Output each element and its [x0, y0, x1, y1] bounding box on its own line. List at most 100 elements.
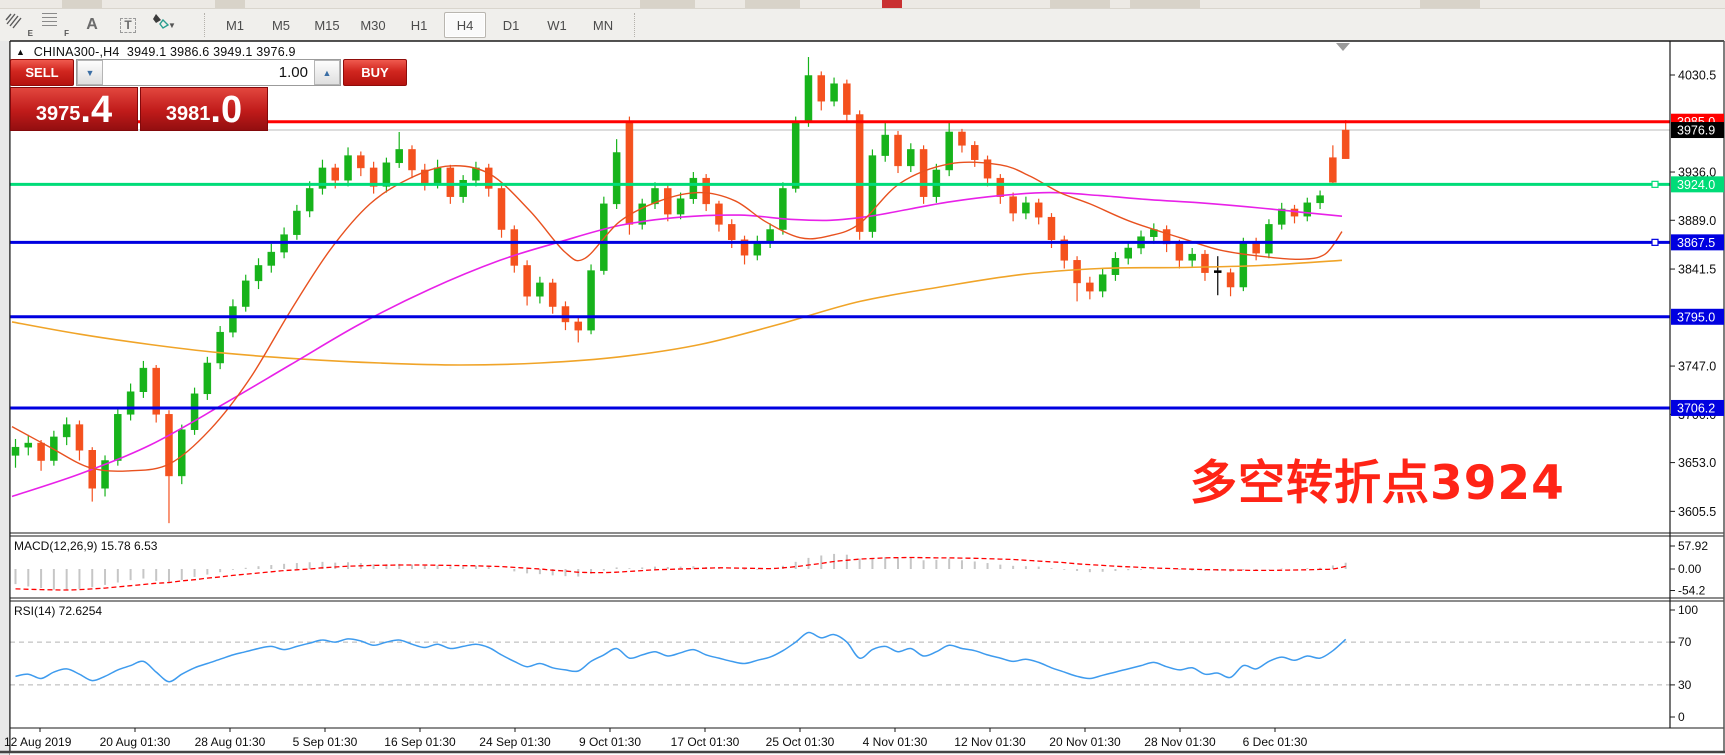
candle-body: [217, 332, 224, 363]
candle-body: [396, 149, 403, 162]
candle-body: [895, 135, 902, 166]
price-tick-label: 3653.0: [1678, 456, 1716, 470]
candle-body: [114, 414, 121, 460]
candle-body: [63, 425, 70, 437]
candle-body: [178, 430, 185, 476]
buy-button[interactable]: BUY: [343, 59, 407, 86]
candle-body: [1022, 203, 1029, 213]
candle-body: [1278, 209, 1285, 224]
candle-body: [38, 443, 45, 460]
candle-body: [1304, 203, 1311, 216]
candle-body: [1125, 248, 1132, 258]
candle-body: [856, 115, 863, 232]
date-label: 6 Dec 01:30: [1243, 735, 1308, 749]
candle-body: [255, 265, 262, 280]
candle-body: [345, 156, 352, 181]
candle-body: [562, 307, 569, 322]
price-tick-label: 3605.5: [1678, 505, 1716, 519]
candle-body: [549, 283, 556, 307]
candle-body: [1240, 242, 1247, 287]
ask-price-small: 3981: [166, 104, 211, 124]
candle-body: [792, 122, 799, 189]
date-label: 28 Aug 01:30: [195, 735, 266, 749]
hline-badge-3795.0: 3795.0: [1677, 310, 1715, 324]
candle-body: [728, 224, 735, 239]
candle-body: [626, 122, 633, 225]
rsi-label: RSI(14) 72.6254: [14, 604, 102, 618]
candle-body: [703, 178, 710, 204]
hline-badge-3867.5: 3867.5: [1677, 236, 1715, 250]
candle-body: [332, 168, 339, 180]
hline-handle-3867.5[interactable]: [1652, 239, 1658, 245]
candle-body: [907, 149, 914, 165]
candle-body: [1291, 209, 1298, 216]
candle-body: [664, 188, 671, 214]
date-label: 5 Sep 01:30: [293, 735, 358, 749]
candle-body: [511, 230, 518, 266]
candle-body: [306, 188, 313, 211]
candle-body: [434, 168, 441, 183]
candle-body: [779, 188, 786, 229]
candle-body: [268, 252, 275, 265]
candle-body: [613, 153, 620, 204]
candle-body: [76, 425, 83, 451]
chart-annotation[interactable]: 多空转折点3924: [1190, 444, 1565, 513]
candle-body: [191, 394, 198, 430]
bid-price-panel[interactable]: 3975 .4: [10, 87, 138, 131]
candle-body: [408, 149, 415, 170]
sell-button[interactable]: SELL: [10, 59, 74, 86]
candle-body: [204, 363, 211, 394]
macd-scale-label: 0.00: [1678, 562, 1702, 576]
candle-body: [1189, 254, 1196, 260]
current-price-badge: 3976.9: [1677, 124, 1715, 138]
quote-panels-row: 3975 .4 3981 .0: [10, 87, 268, 131]
candle-body: [1099, 275, 1106, 291]
candle-body: [1074, 260, 1081, 283]
hline-handle-3924.0[interactable]: [1652, 181, 1658, 187]
candle-body: [460, 180, 467, 196]
candle-body: [140, 368, 147, 392]
symbol-ohlc: 3949.1 3986.6 3949.1 3976.9: [127, 45, 296, 59]
price-tick-label: 3747.0: [1678, 360, 1716, 374]
volume-increase-button[interactable]: ▲: [314, 60, 340, 85]
collapse-triangle-icon[interactable]: ▲: [16, 47, 25, 57]
candle-body: [1342, 130, 1349, 159]
candle-body: [357, 156, 364, 168]
rsi-scale-label: 30: [1678, 678, 1692, 692]
candle-body: [971, 145, 978, 159]
candle-body: [690, 178, 697, 199]
candle-body: [588, 271, 595, 331]
candle-body: [818, 76, 825, 102]
candle-body: [677, 199, 684, 214]
ask-price-big: .0: [210, 93, 242, 127]
candle-body: [447, 168, 454, 197]
rsi-scale-label: 70: [1678, 635, 1692, 649]
symbol-name: CHINA300-,H4: [34, 45, 120, 59]
candle-body: [805, 76, 812, 122]
hline-badge-3706.2: 3706.2: [1677, 401, 1715, 415]
chart-background: [10, 41, 1724, 752]
candle-body: [997, 178, 1004, 196]
date-label: 28 Nov 01:30: [1144, 735, 1216, 749]
macd-label: MACD(12,26,9) 15.78 6.53: [14, 539, 157, 553]
candle-body: [1176, 244, 1183, 260]
candle-body: [1010, 197, 1017, 213]
candle-body: [1265, 224, 1272, 253]
rsi-scale-label: 0: [1678, 710, 1685, 724]
date-label: 4 Nov 01:30: [863, 735, 928, 749]
price-tick-label: 3841.5: [1678, 263, 1716, 277]
ask-price-panel[interactable]: 3981 .0: [140, 87, 268, 131]
chart-symbol-header: ▲ CHINA300-,H4 3949.1 3986.6 3949.1 3976…: [16, 45, 296, 59]
price-tick-label: 4030.5: [1678, 69, 1716, 83]
volume-decrease-button[interactable]: ▼: [77, 60, 103, 85]
candle-body: [843, 84, 850, 115]
candle-body: [1214, 271, 1221, 273]
bid-price-big: .4: [80, 93, 112, 127]
candle-body: [127, 392, 134, 415]
candle-body: [536, 283, 543, 296]
one-click-trading-widget: SELL ▼ ▲ BUY 3975 .4 3981 .0: [10, 59, 268, 131]
volume-input[interactable]: [103, 60, 314, 85]
candle-body: [1227, 273, 1234, 287]
candle-body: [869, 156, 876, 232]
candle-body: [229, 307, 236, 333]
